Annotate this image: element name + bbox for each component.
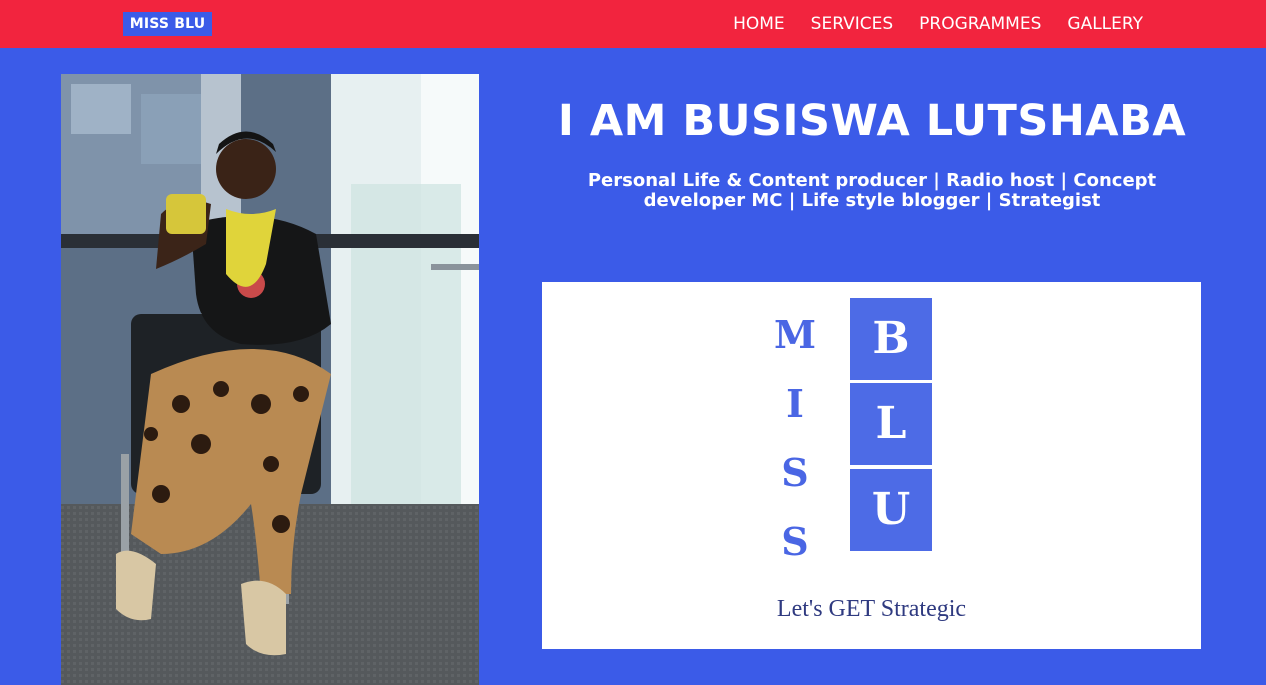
profile-photo	[61, 74, 479, 685]
page-title: I AM BUSISWA LUTSHABA	[557, 96, 1187, 146]
logo-box-u: U	[850, 469, 932, 551]
nav-item-services[interactable]: SERVICES	[811, 0, 893, 48]
site-logo[interactable]: MISS BLU	[123, 12, 212, 36]
top-navigation-bar: MISS BLU HOME SERVICES PROGRAMMES GALLER…	[0, 0, 1266, 48]
logo-box-b: B	[850, 298, 932, 380]
hero-subtitle: Personal Life & Content producer | Radio…	[587, 170, 1157, 211]
logo-miss-column: M I S S	[767, 300, 823, 576]
logo-letter-s-2: S	[781, 519, 809, 564]
main-nav: HOME SERVICES PROGRAMMES GALLERY	[707, 0, 1143, 48]
logo-letter-s: S	[781, 450, 809, 495]
miss-blu-logo-card: M I S S B L U Let's GET Strategic	[542, 282, 1201, 649]
nav-item-programmes[interactable]: PROGRAMMES	[919, 0, 1041, 48]
logo-tagline: Let's GET Strategic	[776, 596, 967, 622]
nav-item-home[interactable]: HOME	[733, 0, 785, 48]
nav-item-gallery[interactable]: GALLERY	[1067, 0, 1143, 48]
logo-letter-i: I	[786, 381, 804, 426]
logo-letter-m: M	[773, 312, 817, 357]
logo-box-l: L	[850, 383, 932, 465]
